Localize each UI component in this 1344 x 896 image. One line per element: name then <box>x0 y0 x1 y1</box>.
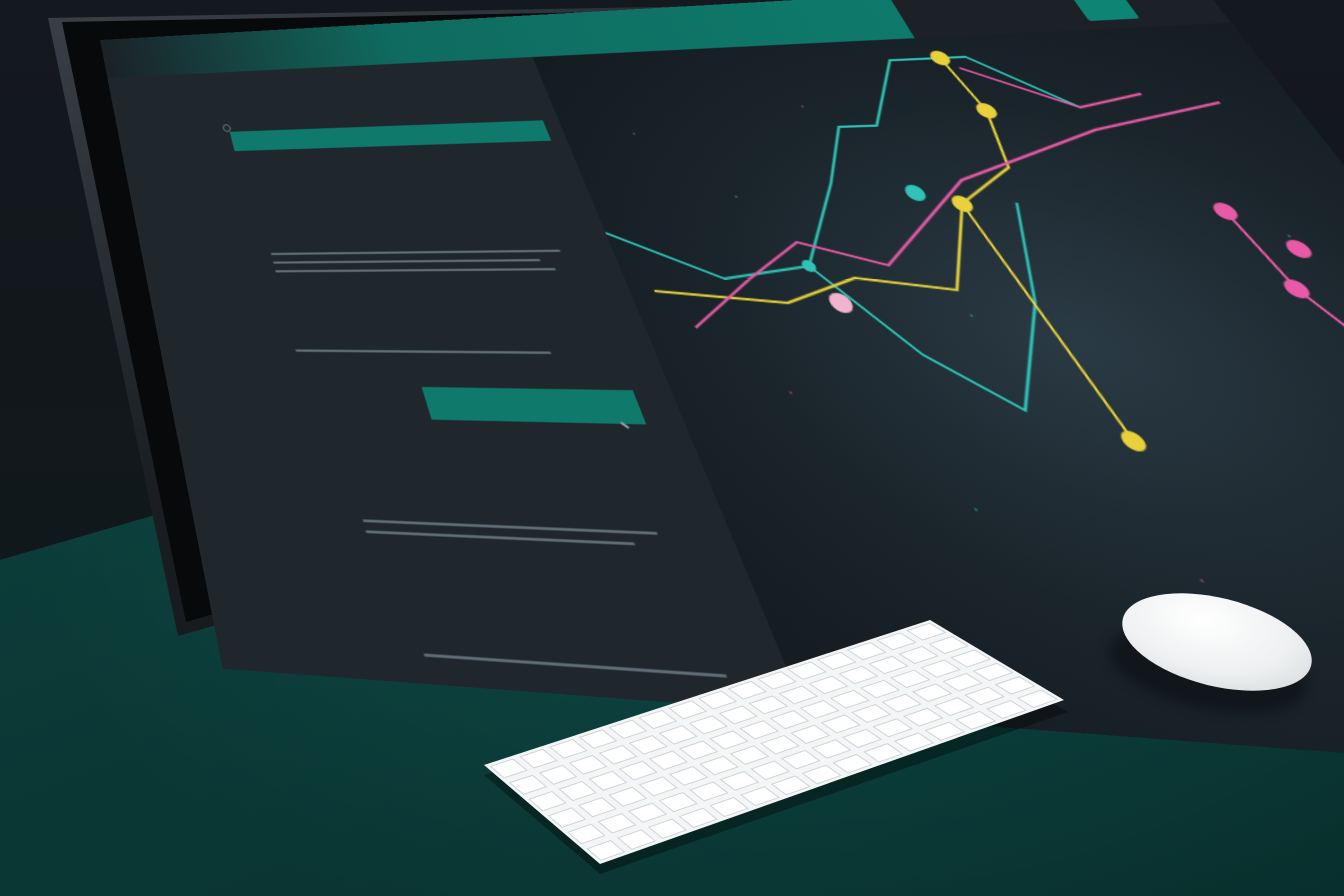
keyboard-key <box>889 669 931 689</box>
keyboard-key <box>709 730 749 750</box>
keyboard-key <box>769 710 810 730</box>
keyboard-key <box>638 776 678 797</box>
keyboard-key <box>942 673 983 692</box>
keyboard-key <box>950 649 992 668</box>
keyboard-key <box>598 744 638 765</box>
keyboard-key <box>489 758 528 779</box>
keyboard-key <box>905 622 947 641</box>
keyboard-key <box>658 792 698 813</box>
keyboard-key <box>628 802 668 823</box>
keyboard-key <box>933 697 975 717</box>
keyboard-key <box>832 753 873 774</box>
keyboard-key <box>547 807 587 828</box>
keyboard-key <box>668 765 709 786</box>
keyboard-key <box>719 770 760 791</box>
keyboard-key <box>617 829 657 850</box>
keyboard-key <box>688 715 728 735</box>
keyboard-key <box>588 770 628 791</box>
keyboard-key <box>638 709 678 730</box>
keyboard-key <box>689 781 729 802</box>
keyboard-key <box>994 676 1036 695</box>
keyboard-key <box>729 745 770 765</box>
keyboard-key <box>902 707 944 727</box>
keyboard-key <box>578 729 618 749</box>
keyboard-key <box>881 693 922 713</box>
keyboard-key <box>868 655 909 675</box>
keyboard-key <box>648 750 689 771</box>
keyboard-key <box>911 683 953 703</box>
keyboard-keys <box>489 622 1059 861</box>
keyboard-key <box>846 642 887 661</box>
keyboard-key <box>986 700 1028 720</box>
keyboard-key <box>829 689 870 709</box>
keyboard-key <box>658 725 698 745</box>
keyboard-key <box>678 740 719 761</box>
keyboard-key <box>920 659 961 678</box>
keyboard-key <box>548 738 588 759</box>
keyboard-key <box>859 679 901 699</box>
keyboard-key <box>508 774 548 795</box>
keyboard-key <box>586 839 626 861</box>
keyboard-key <box>820 714 861 734</box>
keyboard-key <box>577 796 617 818</box>
keyboard-key <box>964 686 1006 706</box>
keyboard-key <box>628 735 668 755</box>
keyboard-key <box>972 662 1014 682</box>
keyboard-key <box>538 764 578 785</box>
keyboard-key <box>799 699 840 719</box>
keyboard-key <box>790 724 831 744</box>
keyboard-key <box>816 651 857 671</box>
keyboard-key <box>678 807 719 829</box>
keyboard-key <box>528 791 567 812</box>
keyboard-key <box>760 735 800 755</box>
keyboard-key <box>872 718 913 738</box>
keyboard-key <box>841 728 883 749</box>
keyboard-key <box>597 813 637 834</box>
keyboard-key <box>801 764 842 785</box>
keyboard-key <box>1016 689 1059 709</box>
keyboard-key <box>876 632 917 651</box>
keyboard-key <box>519 748 558 769</box>
keyboard-key <box>778 685 819 705</box>
keyboard-key <box>608 786 648 807</box>
keyboard-key <box>811 739 852 759</box>
keyboard-key <box>863 743 904 763</box>
keyboard-key <box>697 690 738 710</box>
keyboard-key <box>618 760 658 781</box>
keyboard-key <box>739 720 779 740</box>
keyboard-key <box>667 700 708 720</box>
keyboard-key <box>838 665 879 685</box>
keyboard-key <box>748 695 789 715</box>
keyboard-key <box>924 721 966 741</box>
keyboard-key <box>898 645 939 665</box>
keyboard-key <box>558 780 598 802</box>
keyboard-key <box>709 796 749 818</box>
keyboard-key <box>727 680 768 700</box>
keyboard-key <box>757 671 798 690</box>
keyboard-key <box>718 705 759 725</box>
keyboard-key <box>647 818 688 839</box>
keyboard-key <box>955 710 997 730</box>
keyboard-key <box>770 775 811 796</box>
keyboard-key <box>568 754 608 775</box>
keyboard-key <box>740 786 780 807</box>
keyboard-key <box>566 823 606 845</box>
keyboard-key <box>786 661 827 680</box>
keyboard-key <box>808 675 849 695</box>
keyboard-key <box>699 755 739 776</box>
keyboard-key <box>750 760 791 781</box>
keyboard-key <box>893 732 935 752</box>
keyboard-key <box>928 635 969 655</box>
keyboard-key <box>780 749 821 770</box>
keyboard-key <box>608 719 648 740</box>
keyboard-key <box>851 704 892 724</box>
